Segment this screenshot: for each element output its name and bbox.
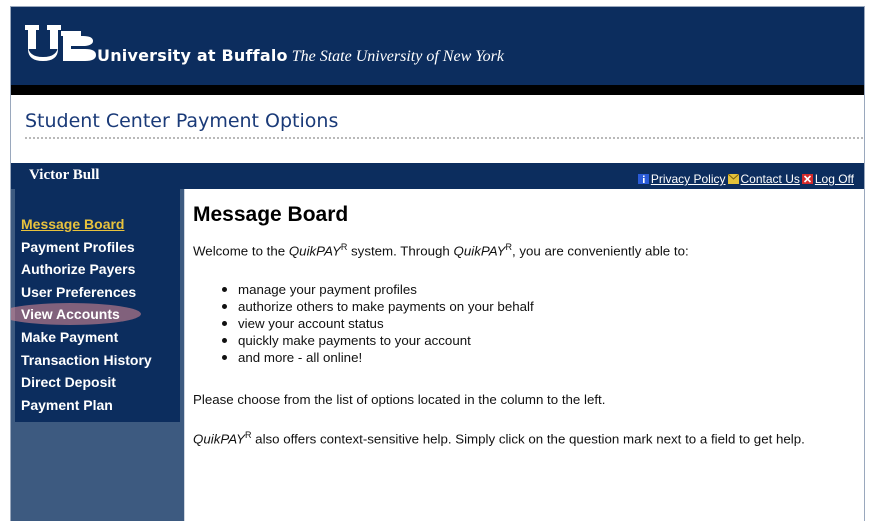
ub-logo [25,25,96,61]
university-name: University at Buffalo [97,46,288,65]
nav-item-label: Authorize Payers [21,261,136,278]
list-item: and more - all online! [222,349,534,366]
browser-frame: University at Buffalo The State Universit… [10,6,865,521]
nav-item-label: Message Board [21,216,125,232]
help-text-body: also offers context-sensitive help. Simp… [251,431,805,447]
brand-name: QuikPAY [193,431,245,447]
nav-item-direct-deposit[interactable]: Direct Deposit [21,371,180,394]
nav-item-message-board[interactable]: Message Board [21,213,180,236]
nav-item-authorize-payers[interactable]: Authorize Payers [21,258,180,281]
university-tagline: The State University of New York [291,48,504,65]
brand-name: QuikPAY [288,243,341,259]
nav-item-payment-plan[interactable]: Payment Plan [21,394,180,417]
nav-item-label: Make Payment [21,328,119,345]
nav-item-label: View Accounts [21,306,120,323]
username: Victor Bull [29,167,100,183]
privacy-policy-link[interactable]: Privacy Policy [651,172,726,186]
top-links: Privacy Policy Contact Us Log Off [637,172,856,186]
nav-item-label: User Preferences [21,283,137,300]
feature-list: manage your payment profiles authorize o… [222,281,534,366]
welcome-part: Welcome to the [193,243,289,259]
instruction-text: Please choose from the list of options l… [193,392,606,407]
help-text: QuikPAYR also offers context-sensitive h… [193,430,805,446]
nav-item-label: Payment Plan [21,396,113,413]
list-item: authorize others to make payments on you… [222,298,534,315]
welcome-part: system. Through [347,243,454,259]
mail-icon [727,174,739,184]
contact-us-link[interactable]: Contact Us [741,172,800,186]
university-banner: University at Buffalo The State Universit… [11,7,864,85]
banner-title: University at Buffalo The State Universit… [97,46,504,66]
nav-item-label: Direct Deposit [21,374,116,391]
list-item: manage your payment profiles [222,281,534,298]
nav-item-view-accounts[interactable]: View Accounts [11,303,180,326]
nav-list: Message Board Payment Profiles Authorize… [11,189,180,417]
nav-item-payment-profiles[interactable]: Payment Profiles [21,236,180,259]
banner-divider [11,85,864,95]
sidebar: Message Board Payment Profiles Authorize… [11,189,184,521]
nav-item-user-preferences[interactable]: User Preferences [21,281,180,304]
nav-panel: Message Board Payment Profiles Authorize… [11,189,180,422]
list-item: quickly make payments to your account [222,332,534,349]
nav-item-make-payment[interactable]: Make Payment [21,326,180,349]
welcome-part: , you are conveniently able to: [512,243,689,259]
dotted-divider [25,137,863,139]
welcome-text: Welcome to the QuikPAYR system. Through … [193,242,689,258]
user-bar: Victor Bull Privacy Policy Contact Us Lo… [11,163,864,189]
nav-item-transaction-history[interactable]: Transaction History [21,349,180,372]
info-icon [637,174,649,184]
nav-item-label: Transaction History [21,351,152,368]
content-title: Message Board [193,203,349,226]
main-content: Message Board Welcome to the QuikPAYR sy… [184,189,864,521]
close-icon [801,174,813,184]
brand-name: QuikPAY [453,243,506,259]
list-item: view your account status [222,315,534,332]
nav-item-label: Payment Profiles [21,238,135,255]
page-title: Student Center Payment Options [25,110,339,132]
log-off-link[interactable]: Log Off [815,172,854,186]
